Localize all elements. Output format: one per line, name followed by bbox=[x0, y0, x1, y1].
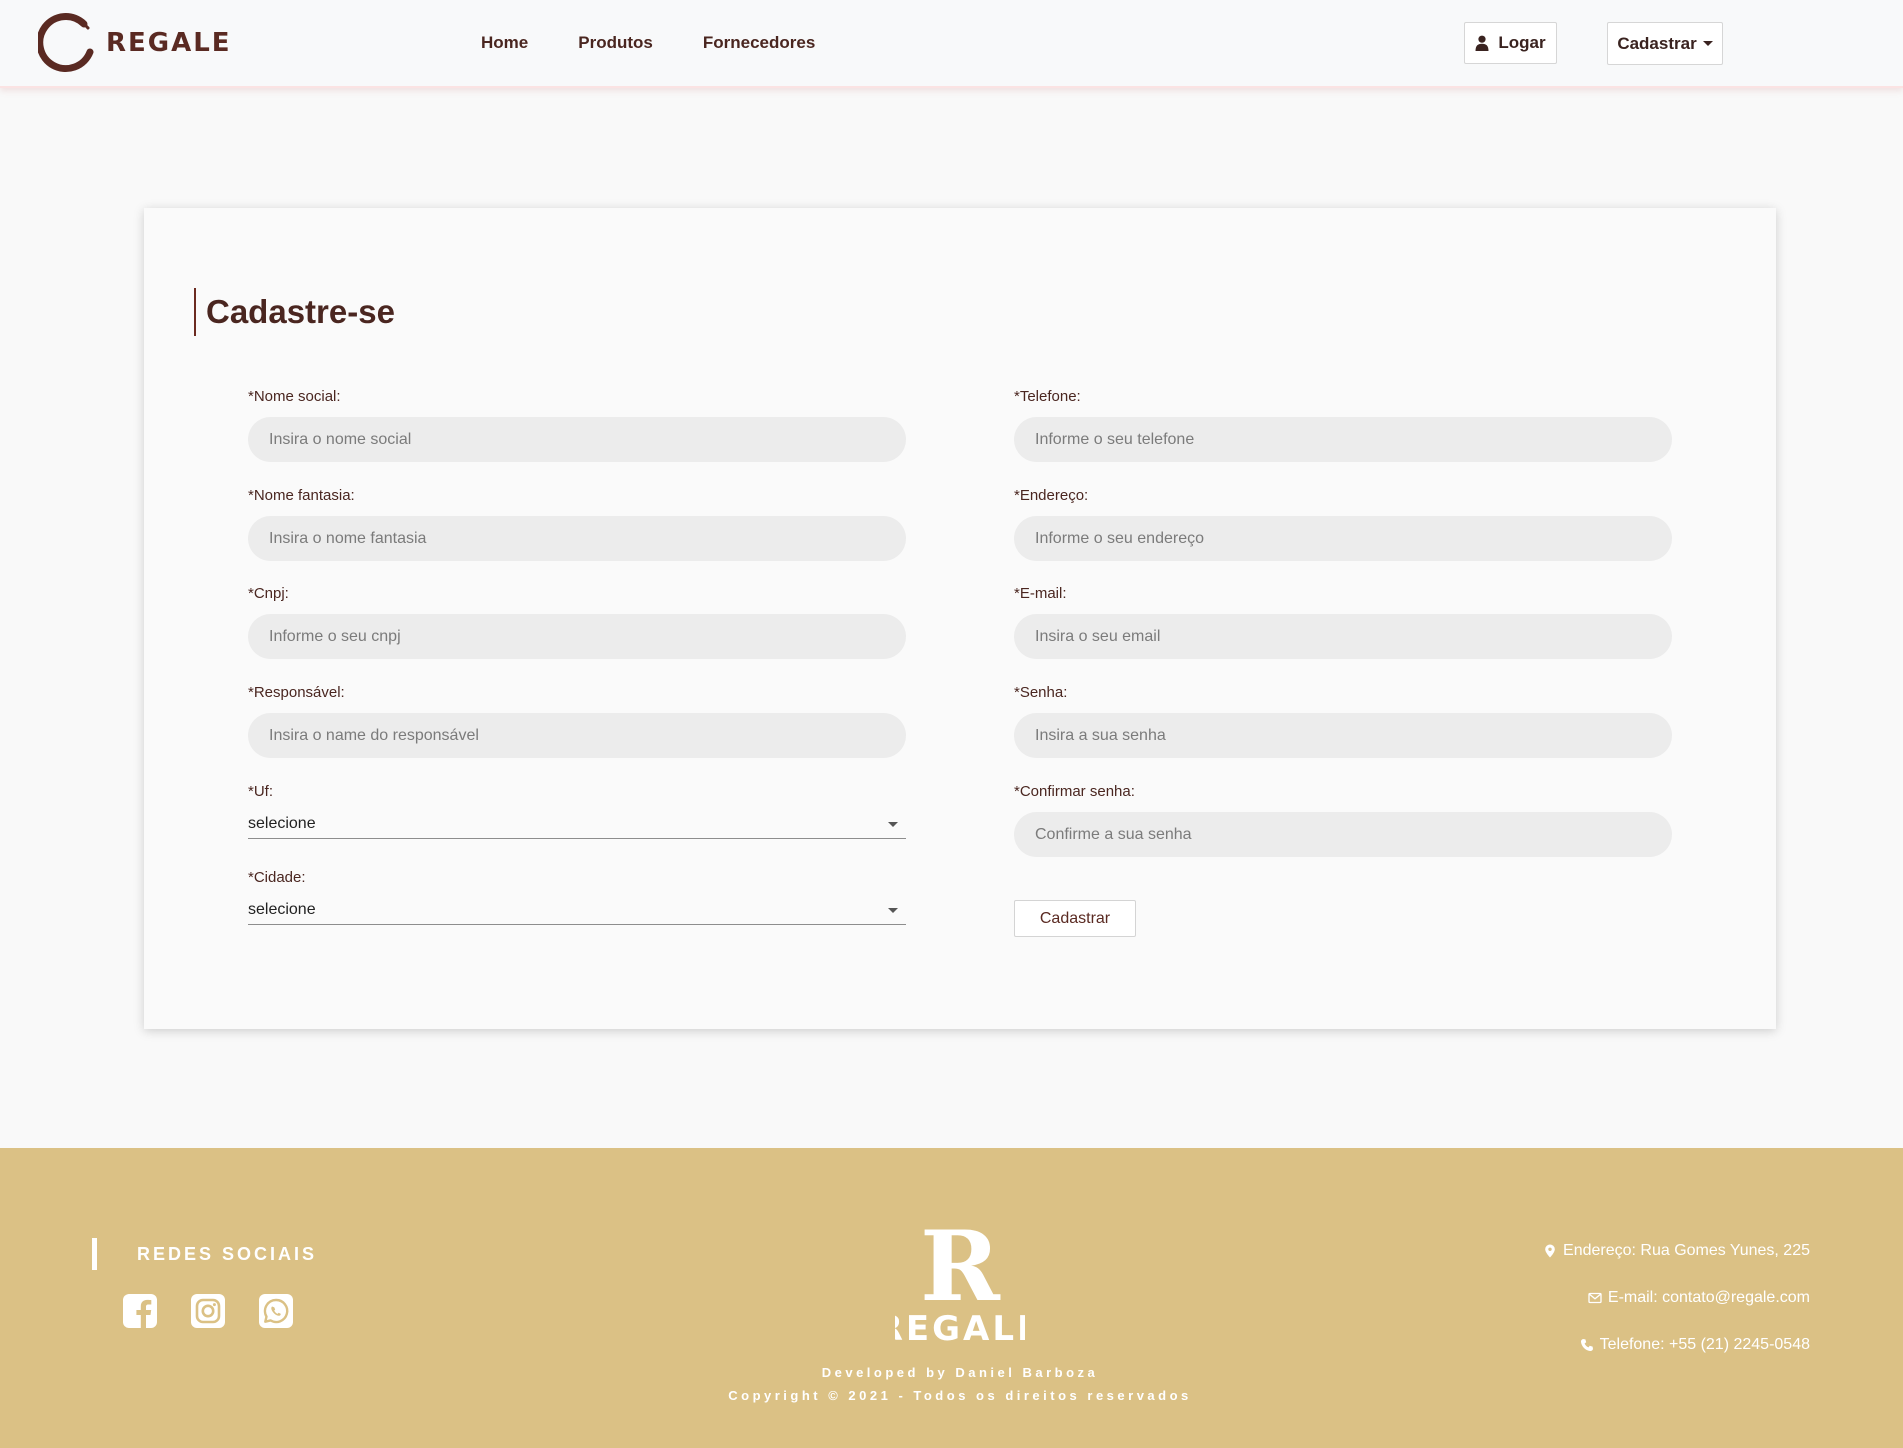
nome-social-label: *Nome social: bbox=[248, 388, 341, 405]
footer-logo-letter: R bbox=[920, 1218, 1001, 1323]
regale-logo-icon: R REGALE bbox=[877, 1210, 1041, 1349]
uf-select-value: selecione bbox=[248, 815, 316, 832]
telefone-field: *Telefone: bbox=[1014, 388, 1672, 462]
senha-label: *Senha: bbox=[1014, 684, 1068, 701]
email-field: *E-mail: bbox=[1014, 585, 1672, 659]
footer-logo-text: REGALE bbox=[895, 1309, 1025, 1348]
footer: REDES SOCIAIS R REGALE Developed by Dani… bbox=[0, 1148, 1903, 1448]
instagram-icon[interactable] bbox=[190, 1293, 226, 1329]
main-nav: Home Produtos Fornecedores bbox=[481, 33, 865, 53]
senha-input[interactable] bbox=[1014, 713, 1672, 758]
cidade-label: *Cidade: bbox=[248, 869, 306, 886]
nome-fantasia-label: *Nome fantasia: bbox=[248, 487, 355, 504]
responsavel-field: *Responsável: bbox=[248, 684, 906, 758]
nav-home[interactable]: Home bbox=[481, 33, 528, 53]
social-title: REDES SOCIAIS bbox=[92, 1238, 317, 1270]
uf-label: *Uf: bbox=[248, 783, 274, 800]
email-input[interactable] bbox=[1014, 614, 1672, 659]
register-label: Cadastrar bbox=[1617, 33, 1697, 53]
chevron-down-icon bbox=[888, 907, 898, 913]
confirmar-senha-input[interactable] bbox=[1014, 812, 1672, 857]
nav-fornecedores[interactable]: Fornecedores bbox=[703, 33, 815, 53]
copyright: Copyright © 2021 - Todos os direitos res… bbox=[728, 1388, 1192, 1403]
nav-produtos[interactable]: Produtos bbox=[578, 33, 653, 53]
senha-field: *Senha: bbox=[1014, 684, 1672, 758]
cnpj-field: *Cnpj: bbox=[248, 585, 906, 659]
login-label: Logar bbox=[1498, 33, 1546, 52]
facebook-icon[interactable] bbox=[122, 1293, 158, 1329]
confirmar-senha-field: *Confirmar senha: bbox=[1014, 783, 1672, 857]
phone-icon bbox=[1580, 1339, 1593, 1352]
responsavel-label: *Responsável: bbox=[248, 684, 345, 701]
mail-icon bbox=[1588, 1292, 1602, 1304]
address-text: Endereço: Rua Gomes Yunes, 225 bbox=[1563, 1242, 1810, 1259]
register-card: Cadastre-se *Nome social: *Nome fantasia… bbox=[144, 208, 1776, 1029]
email-text[interactable]: E-mail: contato@regale.com bbox=[1608, 1289, 1810, 1307]
uf-field: *Uf: selecione bbox=[248, 783, 906, 839]
submit-register-button[interactable]: Cadastrar bbox=[1014, 900, 1136, 937]
contact-address: Endereço: Rua Gomes Yunes, 225 bbox=[1543, 1240, 1810, 1262]
cidade-select-value: selecione bbox=[248, 901, 316, 918]
nome-fantasia-field: *Nome fantasia: bbox=[248, 487, 906, 561]
phone-text: Telefone: +55 (21) 2245-0548 bbox=[1599, 1336, 1810, 1353]
email-label: *E-mail: bbox=[1014, 585, 1067, 602]
contact-phone: Telefone: +55 (21) 2245-0548 bbox=[1543, 1334, 1810, 1356]
cnpj-label: *Cnpj: bbox=[248, 585, 289, 602]
cidade-select[interactable]: selecione bbox=[248, 896, 906, 925]
uf-select[interactable]: selecione bbox=[248, 810, 906, 839]
cnpj-input[interactable] bbox=[248, 614, 906, 659]
nome-social-field: *Nome social: bbox=[248, 388, 906, 462]
brand-ring-icon bbox=[38, 13, 94, 72]
contact-email: E-mail: contato@regale.com bbox=[1543, 1287, 1810, 1309]
register-dropdown-button[interactable]: Cadastrar bbox=[1607, 22, 1723, 65]
contact-info: Endereço: Rua Gomes Yunes, 225 E-mail: c… bbox=[1543, 1240, 1810, 1381]
navbar: REGALE Home Produtos Fornecedores Logar … bbox=[0, 0, 1903, 88]
telefone-input[interactable] bbox=[1014, 417, 1672, 462]
nome-fantasia-input[interactable] bbox=[248, 516, 906, 561]
responsavel-input[interactable] bbox=[248, 713, 906, 758]
endereco-field: *Endereço: bbox=[1014, 487, 1672, 561]
map-pin-icon bbox=[1545, 1244, 1555, 1258]
page-title: Cadastre-se bbox=[194, 288, 395, 336]
confirmar-senha-label: *Confirmar senha: bbox=[1014, 783, 1135, 800]
chevron-down-icon bbox=[888, 821, 898, 827]
endereco-input[interactable] bbox=[1014, 516, 1672, 561]
cidade-field: *Cidade: selecione bbox=[248, 869, 906, 925]
telefone-label: *Telefone: bbox=[1014, 388, 1081, 405]
chevron-down-icon bbox=[1702, 41, 1713, 46]
footer-logo: R REGALE bbox=[877, 1210, 1041, 1349]
nome-social-input[interactable] bbox=[248, 417, 906, 462]
brand-logo[interactable]: REGALE bbox=[38, 12, 232, 74]
endereco-label: *Endereço: bbox=[1014, 487, 1089, 504]
brand-name: REGALE bbox=[106, 28, 232, 58]
whatsapp-icon[interactable] bbox=[258, 1293, 294, 1329]
user-icon bbox=[1475, 35, 1489, 51]
login-button[interactable]: Logar bbox=[1464, 22, 1557, 64]
social-icons bbox=[122, 1293, 294, 1329]
